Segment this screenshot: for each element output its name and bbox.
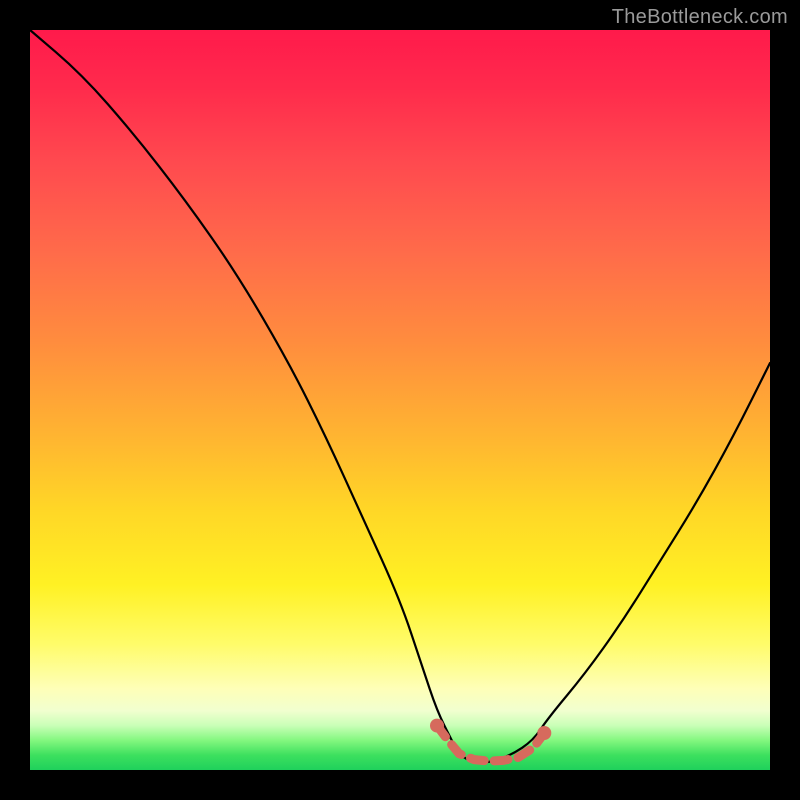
bottleneck-curve-line xyxy=(30,30,770,763)
chart-frame: TheBottleneck.com xyxy=(0,0,800,800)
plot-area xyxy=(30,30,770,770)
bottleneck-marker-dot xyxy=(537,726,551,740)
watermark-text: TheBottleneck.com xyxy=(612,6,788,29)
bottleneck-marker-dot xyxy=(430,719,444,733)
bottleneck-chart-svg xyxy=(30,30,770,770)
